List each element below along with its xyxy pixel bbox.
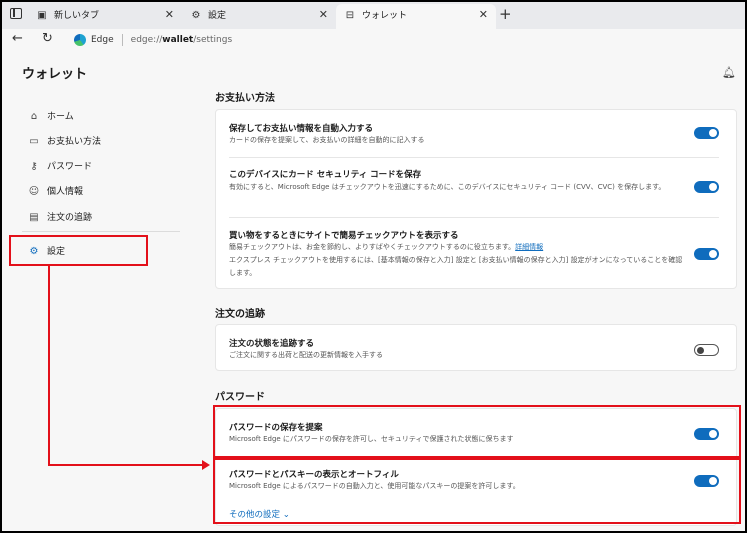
annotation-arrow-head xyxy=(202,460,210,470)
order-tracking-toggle[interactable] xyxy=(694,344,719,356)
setting-title: 保存してお支払い情報を自動入力する xyxy=(229,124,373,134)
setting-title: このデバイスにカード セキュリティ コードを保存 xyxy=(229,170,422,180)
close-icon[interactable]: ✕ xyxy=(319,8,328,21)
edge-logo-icon xyxy=(74,33,86,46)
wallet-sidebar: ウォレット ⌂ ホーム ▭ お支払い方法 ⚷ パスワード ☺ 個人情報 ▤ 注文の追跡 ⚙… xyxy=(2,52,192,531)
autofill-payment-toggle[interactable] xyxy=(694,127,719,139)
sidebar-item-personal-info[interactable]: ☺ 個人情報 xyxy=(28,184,83,197)
refresh-icon[interactable]: ↻ xyxy=(42,31,53,46)
section-title-passwords: パスワード xyxy=(215,392,265,403)
sidebar-title: ウォレット xyxy=(22,67,88,82)
annotation-highlight-offer-save xyxy=(213,405,741,458)
tab-strip: ▣ 新しいタブ ✕ ⚙ 設定 ✕ ⊟ ウォレット ✕ + xyxy=(2,2,745,30)
navigation-bar: ← ↻ Edge edge://wallet/settings xyxy=(2,29,745,51)
person-icon: ☺ xyxy=(28,186,40,197)
sidebar-item-home[interactable]: ⌂ ホーム xyxy=(28,109,74,122)
sidebar-item-payment[interactable]: ▭ お支払い方法 xyxy=(28,134,101,147)
annotation-arrow-line xyxy=(48,266,50,466)
browser-window: ▣ 新しいタブ ✕ ⚙ 設定 ✕ ⊟ ウォレット ✕ + ← ↻ Edge edge:/… xyxy=(0,0,747,533)
sidebar-item-order-tracking[interactable]: ▤ 注文の追跡 xyxy=(28,210,92,223)
receipt-icon: ▤ xyxy=(29,212,39,223)
tab-wallet[interactable]: ⊟ ウォレット ✕ xyxy=(336,4,496,29)
divider xyxy=(121,33,123,46)
setting-description: ご注文に関する出荷と配送の更新情報を入手する xyxy=(229,351,383,359)
card-icon: ▭ xyxy=(29,136,39,147)
row-divider xyxy=(229,217,719,218)
order-tracking-card: 注文の状態を追跡する ご注文に関する出荷と配送の更新情報を入手する xyxy=(215,324,737,371)
annotation-highlight-settings xyxy=(9,235,148,266)
key-icon: ⚷ xyxy=(30,161,38,172)
tab-actions-icon[interactable] xyxy=(10,8,22,19)
address-bar[interactable]: Edge edge://wallet/settings xyxy=(74,31,734,49)
gear-icon: ⚙ xyxy=(191,10,201,21)
wallet-icon: ⊟ xyxy=(345,10,355,21)
close-icon[interactable]: ✕ xyxy=(479,8,488,21)
express-checkout-toggle[interactable] xyxy=(694,248,719,260)
back-arrow-icon[interactable]: ← xyxy=(12,31,23,46)
annotation-highlight-autofill xyxy=(213,458,741,524)
setting-title: 買い物をするときにサイトで簡易チェックアウトを表示する xyxy=(229,231,459,241)
section-title-order-tracking: 注文の追跡 xyxy=(215,309,265,320)
row-divider xyxy=(229,157,719,158)
setting-description: 簡易チェックアウトは、お金を節約し、よりすばやくチェックアウトするのに役立ちます… xyxy=(229,243,683,277)
annotation-arrow-line xyxy=(48,464,204,466)
setting-title: 注文の状態を追跡する xyxy=(229,339,315,349)
page-icon: ▣ xyxy=(37,10,47,21)
learn-more-link[interactable]: 詳細情報 xyxy=(515,243,543,251)
setting-description: 有効にすると、Microsoft Edge はチェックアウトを迅速にするために、… xyxy=(229,183,666,191)
payment-settings-card: 保存してお支払い情報を自動入力する カードの保存を提案して、お支払いの詳細を自動… xyxy=(215,109,737,289)
new-tab-button[interactable]: + xyxy=(499,5,512,23)
sidebar-item-passwords[interactable]: ⚷ パスワード xyxy=(28,159,92,172)
sidebar-divider xyxy=(22,231,180,232)
bell-icon[interactable]: 🔔︎ xyxy=(722,66,736,79)
home-icon: ⌂ xyxy=(30,111,38,122)
save-cvc-toggle[interactable] xyxy=(694,181,719,193)
close-icon[interactable]: ✕ xyxy=(165,8,174,21)
tab-new-tab[interactable]: ▣ 新しいタブ ✕ xyxy=(28,4,182,29)
tab-settings[interactable]: ⚙ 設定 ✕ xyxy=(182,4,336,29)
setting-description: カードの保存を提案して、お支払いの詳細を自動的に記入する xyxy=(229,136,425,144)
section-title-payment: お支払い方法 xyxy=(215,93,275,104)
